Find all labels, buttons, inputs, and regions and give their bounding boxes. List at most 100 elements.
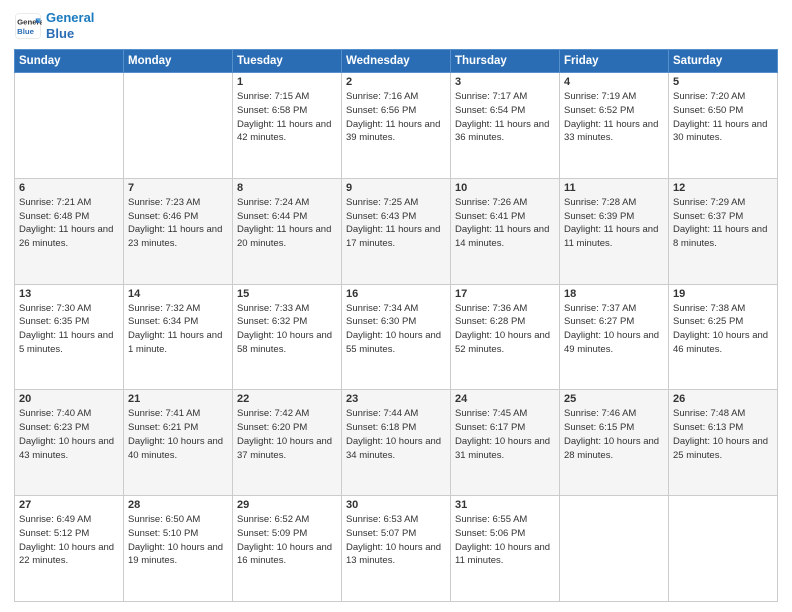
calendar-cell: 12 Sunrise: 7:29 AM Sunset: 6:37 PM Dayli…	[669, 178, 778, 284]
cell-info: Sunrise: 7:25 AM Sunset: 6:43 PM Dayligh…	[346, 196, 446, 251]
cell-info: Sunrise: 7:19 AM Sunset: 6:52 PM Dayligh…	[564, 90, 664, 145]
day-number: 19	[673, 288, 773, 300]
day-header-sunday: Sunday	[15, 50, 124, 73]
calendar-cell: 9 Sunrise: 7:25 AM Sunset: 6:43 PM Daylig…	[342, 178, 451, 284]
cell-info: Sunrise: 7:24 AM Sunset: 6:44 PM Dayligh…	[237, 196, 337, 251]
cell-info: Sunrise: 7:40 AM Sunset: 6:23 PM Dayligh…	[19, 407, 119, 462]
day-header-monday: Monday	[124, 50, 233, 73]
calendar-cell: 19 Sunrise: 7:38 AM Sunset: 6:25 PM Dayli…	[669, 284, 778, 390]
logo: General Blue General Blue	[14, 10, 94, 41]
calendar-header-row: SundayMondayTuesdayWednesdayThursdayFrid…	[15, 50, 778, 73]
calendar-cell: 16 Sunrise: 7:34 AM Sunset: 6:30 PM Dayli…	[342, 284, 451, 390]
day-number: 11	[564, 182, 664, 194]
calendar-cell: 11 Sunrise: 7:28 AM Sunset: 6:39 PM Dayli…	[560, 178, 669, 284]
day-number: 18	[564, 288, 664, 300]
calendar-cell: 10 Sunrise: 7:26 AM Sunset: 6:41 PM Dayli…	[451, 178, 560, 284]
day-number: 22	[237, 393, 337, 405]
calendar-cell: 15Sunrise: 7:33 AM Sunset: 6:32 PM Dayli…	[233, 284, 342, 390]
calendar-cell: 2 Sunrise: 7:16 AM Sunset: 6:56 PM Daylig…	[342, 73, 451, 179]
svg-text:Blue: Blue	[17, 26, 35, 35]
day-header-saturday: Saturday	[669, 50, 778, 73]
calendar-cell: 1 Sunrise: 7:15 AM Sunset: 6:58 PM Daylig…	[233, 73, 342, 179]
day-number: 12	[673, 182, 773, 194]
cell-info: Sunrise: 7:21 AM Sunset: 6:48 PM Dayligh…	[19, 196, 119, 251]
cell-info: Sunrise: 7:46 AM Sunset: 6:15 PM Dayligh…	[564, 407, 664, 462]
calendar-table: SundayMondayTuesdayWednesdayThursdayFrid…	[14, 49, 778, 602]
calendar-cell: 5 Sunrise: 7:20 AM Sunset: 6:50 PM Daylig…	[669, 73, 778, 179]
cell-info: Sunrise: 6:50 AM Sunset: 5:10 PM Dayligh…	[128, 513, 228, 568]
day-header-friday: Friday	[560, 50, 669, 73]
cell-info: Sunrise: 7:34 AM Sunset: 6:30 PM Dayligh…	[346, 302, 446, 357]
calendar-cell	[124, 73, 233, 179]
day-number: 21	[128, 393, 228, 405]
calendar-cell: 6 Sunrise: 7:21 AM Sunset: 6:48 PM Daylig…	[15, 178, 124, 284]
cell-info: Sunrise: 7:33 AM Sunset: 6:32 PM Dayligh…	[237, 302, 337, 357]
day-number: 3	[455, 76, 555, 88]
day-number: 16	[346, 288, 446, 300]
calendar-cell: 23 Sunrise: 7:44 AM Sunset: 6:18 PM Dayli…	[342, 390, 451, 496]
cell-info: Sunrise: 6:53 AM Sunset: 5:07 PM Dayligh…	[346, 513, 446, 568]
calendar-cell: 28Sunrise: 6:50 AM Sunset: 5:10 PM Dayli…	[124, 496, 233, 602]
calendar-cell	[15, 73, 124, 179]
calendar-cell	[560, 496, 669, 602]
cell-info: Sunrise: 7:26 AM Sunset: 6:41 PM Dayligh…	[455, 196, 555, 251]
calendar-cell	[669, 496, 778, 602]
day-number: 9	[346, 182, 446, 194]
day-number: 26	[673, 393, 773, 405]
cell-info: Sunrise: 6:49 AM Sunset: 5:12 PM Dayligh…	[19, 513, 119, 568]
day-number: 8	[237, 182, 337, 194]
cell-info: Sunrise: 7:30 AM Sunset: 6:35 PM Dayligh…	[19, 302, 119, 357]
calendar-cell: 29Sunrise: 6:52 AM Sunset: 5:09 PM Dayli…	[233, 496, 342, 602]
cell-info: Sunrise: 7:41 AM Sunset: 6:21 PM Dayligh…	[128, 407, 228, 462]
day-number: 17	[455, 288, 555, 300]
calendar-cell: 7 Sunrise: 7:23 AM Sunset: 6:46 PM Daylig…	[124, 178, 233, 284]
calendar-week-row: 27 Sunrise: 6:49 AM Sunset: 5:12 PM Dayli…	[15, 496, 778, 602]
day-number: 30	[346, 499, 446, 511]
cell-info: Sunrise: 7:20 AM Sunset: 6:50 PM Dayligh…	[673, 90, 773, 145]
day-number: 13	[19, 288, 119, 300]
cell-info: Sunrise: 7:44 AM Sunset: 6:18 PM Dayligh…	[346, 407, 446, 462]
logo-text-general: General	[46, 10, 94, 26]
day-header-thursday: Thursday	[451, 50, 560, 73]
calendar-cell: 13 Sunrise: 7:30 AM Sunset: 6:35 PM Dayli…	[15, 284, 124, 390]
day-number: 25	[564, 393, 664, 405]
calendar-week-row: 13 Sunrise: 7:30 AM Sunset: 6:35 PM Dayli…	[15, 284, 778, 390]
day-number: 2	[346, 76, 446, 88]
logo-text-blue: Blue	[46, 26, 94, 42]
calendar-cell: 24Sunrise: 7:45 AM Sunset: 6:17 PM Dayli…	[451, 390, 560, 496]
day-header-wednesday: Wednesday	[342, 50, 451, 73]
cell-info: Sunrise: 6:55 AM Sunset: 5:06 PM Dayligh…	[455, 513, 555, 568]
calendar-cell: 22Sunrise: 7:42 AM Sunset: 6:20 PM Dayli…	[233, 390, 342, 496]
cell-info: Sunrise: 7:29 AM Sunset: 6:37 PM Dayligh…	[673, 196, 773, 251]
calendar-cell: 25 Sunrise: 7:46 AM Sunset: 6:15 PM Dayli…	[560, 390, 669, 496]
cell-info: Sunrise: 7:23 AM Sunset: 6:46 PM Dayligh…	[128, 196, 228, 251]
day-number: 27	[19, 499, 119, 511]
calendar-cell: 4Sunrise: 7:19 AM Sunset: 6:52 PM Daylig…	[560, 73, 669, 179]
cell-info: Sunrise: 7:16 AM Sunset: 6:56 PM Dayligh…	[346, 90, 446, 145]
cell-info: Sunrise: 7:17 AM Sunset: 6:54 PM Dayligh…	[455, 90, 555, 145]
calendar-cell: 8 Sunrise: 7:24 AM Sunset: 6:44 PM Daylig…	[233, 178, 342, 284]
day-header-tuesday: Tuesday	[233, 50, 342, 73]
day-number: 6	[19, 182, 119, 194]
day-number: 31	[455, 499, 555, 511]
cell-info: Sunrise: 7:36 AM Sunset: 6:28 PM Dayligh…	[455, 302, 555, 357]
cell-info: Sunrise: 7:32 AM Sunset: 6:34 PM Dayligh…	[128, 302, 228, 357]
cell-info: Sunrise: 7:28 AM Sunset: 6:39 PM Dayligh…	[564, 196, 664, 251]
day-number: 10	[455, 182, 555, 194]
calendar-cell: 18 Sunrise: 7:37 AM Sunset: 6:27 PM Dayli…	[560, 284, 669, 390]
calendar-body: 1 Sunrise: 7:15 AM Sunset: 6:58 PM Daylig…	[15, 73, 778, 602]
day-number: 1	[237, 76, 337, 88]
calendar-cell: 30 Sunrise: 6:53 AM Sunset: 5:07 PM Dayli…	[342, 496, 451, 602]
day-number: 5	[673, 76, 773, 88]
day-number: 7	[128, 182, 228, 194]
day-number: 29	[237, 499, 337, 511]
cell-info: Sunrise: 7:37 AM Sunset: 6:27 PM Dayligh…	[564, 302, 664, 357]
day-number: 20	[19, 393, 119, 405]
calendar-cell: 31 Sunrise: 6:55 AM Sunset: 5:06 PM Dayli…	[451, 496, 560, 602]
day-number: 23	[346, 393, 446, 405]
cell-info: Sunrise: 7:38 AM Sunset: 6:25 PM Dayligh…	[673, 302, 773, 357]
cell-info: Sunrise: 7:15 AM Sunset: 6:58 PM Dayligh…	[237, 90, 337, 145]
logo-icon: General Blue	[14, 12, 42, 40]
calendar-cell: 26Sunrise: 7:48 AM Sunset: 6:13 PM Dayli…	[669, 390, 778, 496]
calendar-cell: 20 Sunrise: 7:40 AM Sunset: 6:23 PM Dayli…	[15, 390, 124, 496]
